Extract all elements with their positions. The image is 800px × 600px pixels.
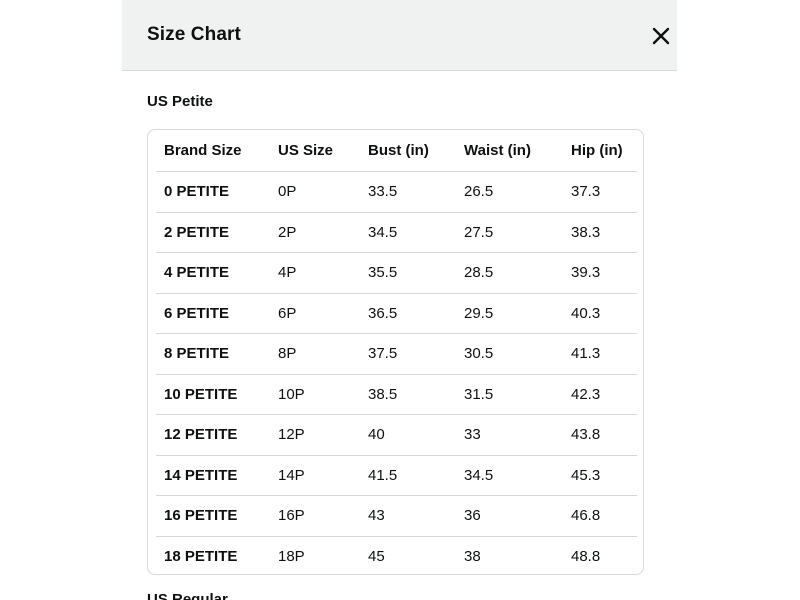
table-row: 2 PETITE 2P 34.5 27.5 38.3 — [156, 212, 637, 253]
table-row: 4 PETITE 4P 35.5 28.5 39.3 — [156, 252, 637, 294]
cell-us-size: 12P — [270, 414, 360, 456]
cell-hip: 37.3 — [563, 171, 637, 213]
cell-bust: 35.5 — [360, 252, 456, 294]
table-body: 0 PETITE 0P 33.5 26.5 37.3 2 PETITE 2P 34.5 27.5… — [156, 171, 637, 575]
cell-bust: 45 — [368, 547, 385, 565]
cell-bust: 36.5 — [360, 293, 456, 334]
cell-brand-size: 18 PETITE — [164, 547, 238, 565]
cell-us-size: 4P — [270, 252, 360, 294]
cell-bust: 34.5 — [360, 212, 456, 253]
cell-hip: 41.3 — [563, 333, 637, 375]
cell-waist: 29.5 — [456, 293, 563, 334]
cell-brand-size: 4 PETITE — [156, 252, 270, 294]
table-row: 10 PETITE 10P 38.5 31.5 42.3 — [156, 374, 637, 415]
cell-us-size: 18P — [278, 547, 305, 565]
section-title-us-petite: US Petite — [147, 93, 213, 110]
table-header-row: Brand Size US Size Bust (in) Waist (in) … — [156, 130, 637, 172]
cell-waist: 34.5 — [456, 455, 563, 496]
cell-hip: 39.3 — [563, 252, 637, 294]
cell-brand-size: 0 PETITE — [156, 171, 270, 213]
cell-hip: 42.3 — [563, 374, 637, 415]
table-row: 14 PETITE 14P 41.5 34.5 45.3 — [156, 455, 637, 496]
cell-brand-size: 14 PETITE — [156, 455, 270, 496]
cell-bust: 41.5 — [360, 455, 456, 496]
cell-us-size: 14P — [270, 455, 360, 496]
cell-hip: 43.8 — [563, 414, 637, 456]
column-header-waist: Waist (in) — [456, 130, 563, 172]
cell-hip: 48.8 — [571, 547, 601, 565]
column-header-hip: Hip (in) — [563, 130, 637, 172]
section-title-us-regular: US Regular — [147, 591, 228, 600]
cell-us-size: 8P — [270, 333, 360, 375]
cell-bust: 37.5 — [360, 333, 456, 375]
cell-us-size: 0P — [270, 171, 360, 213]
cell-brand-size: 2 PETITE — [156, 212, 270, 253]
cell-waist: 36 — [456, 495, 563, 537]
cell-waist: 26.5 — [456, 171, 563, 213]
cell-us-size: 6P — [270, 293, 360, 334]
cell-us-size: 16P — [270, 495, 360, 537]
close-icon[interactable] — [651, 26, 671, 46]
size-table-container: Brand Size US Size Bust (in) Waist (in) … — [147, 129, 644, 575]
table-row: 8 PETITE 8P 37.5 30.5 41.3 — [156, 333, 637, 375]
cell-bust: 33.5 — [360, 171, 456, 213]
column-header-us-size: US Size — [270, 130, 360, 172]
cell-waist: 28.5 — [456, 252, 563, 294]
table-row: 12 PETITE 12P 40 33 43.8 — [156, 414, 637, 456]
cell-bust: 43 — [360, 495, 456, 537]
cell-hip: 45.3 — [563, 455, 637, 496]
column-header-brand-size: Brand Size — [156, 130, 270, 172]
cell-us-size: 2P — [270, 212, 360, 253]
column-header-bust: Bust (in) — [360, 130, 456, 172]
cell-brand-size: 8 PETITE — [156, 333, 270, 375]
cell-brand-size: 6 PETITE — [156, 293, 270, 334]
cell-waist: 27.5 — [456, 212, 563, 253]
cell-brand-size: 10 PETITE — [156, 374, 270, 415]
cell-brand-size: 12 PETITE — [156, 414, 270, 456]
dialog-header: Size Chart — [122, 0, 677, 71]
size-chart-dialog: Size Chart US Petite Brand Size US Size … — [122, 0, 677, 600]
cell-hip: 38.3 — [563, 212, 637, 253]
cell-bust: 38.5 — [360, 374, 456, 415]
cell-hip: 46.8 — [563, 495, 637, 537]
size-table: Brand Size US Size Bust (in) Waist (in) … — [156, 130, 637, 575]
cell-waist: 33 — [456, 414, 563, 456]
close-button[interactable] — [651, 26, 671, 46]
table-row: 16 PETITE 16P 43 36 46.8 — [156, 495, 637, 537]
cell-brand-size: 16 PETITE — [156, 495, 270, 537]
cell-waist: 30.5 — [456, 333, 563, 375]
cell-hip: 40.3 — [563, 293, 637, 334]
cell-bust: 40 — [360, 414, 456, 456]
dialog-title: Size Chart — [147, 24, 241, 45]
cell-us-size: 10P — [270, 374, 360, 415]
cell-waist: 31.5 — [456, 374, 563, 415]
cell-waist: 38 — [464, 547, 481, 565]
table-row: 0 PETITE 0P 33.5 26.5 37.3 — [156, 171, 637, 213]
table-row: 18 PETITE 18P 45 38 48.8 — [156, 536, 637, 574]
table-row: 6 PETITE 6P 36.5 29.5 40.3 — [156, 293, 637, 334]
